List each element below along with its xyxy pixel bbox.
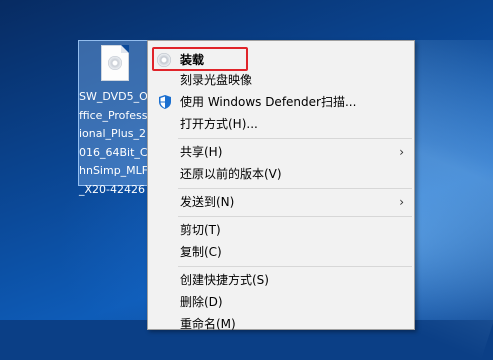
- menu-item-label: 使用 Windows Defender扫描...: [180, 95, 357, 109]
- menu-item-rename[interactable]: 重命名(M): [148, 313, 414, 335]
- disc-icon: [157, 53, 171, 67]
- disc-icon: [108, 56, 122, 70]
- disc-image-file-icon: [101, 45, 129, 81]
- menu-item-restore-previous-versions[interactable]: 还原以前的版本(V): [148, 163, 414, 185]
- submenu-arrow-icon: ›: [399, 195, 404, 209]
- context-menu: 装载 刻录光盘映像 使用 Windows Defender扫描... 打开方式(…: [147, 40, 415, 331]
- menu-item-defender-scan[interactable]: 使用 Windows Defender扫描...: [148, 91, 414, 113]
- menu-item-create-shortcut[interactable]: 创建快捷方式(S): [148, 269, 414, 291]
- menu-item-label: 发送到(N): [180, 195, 235, 209]
- menu-item-share[interactable]: 共享(H) ›: [148, 141, 414, 163]
- menu-item-label: 创建快捷方式(S): [180, 273, 269, 287]
- menu-item-label: 装载: [180, 53, 205, 67]
- menu-item-label: 复制(C): [180, 245, 222, 259]
- menu-item-label: 共享(H): [180, 145, 223, 159]
- menu-item-label: 还原以前的版本(V): [180, 167, 282, 181]
- menu-item-label: 刻录光盘映像: [180, 73, 253, 87]
- menu-separator: [178, 188, 412, 189]
- desktop-file-name: SW_DVD5_Office_Professional_Plus_2016_64…: [79, 90, 149, 196]
- menu-separator: [178, 216, 412, 217]
- menu-separator: [178, 266, 412, 267]
- menu-item-delete[interactable]: 删除(D): [148, 291, 414, 313]
- desktop-file-icon-selected[interactable]: SW_DVD5_Office_Professional_Plus_2016_64…: [78, 40, 148, 196]
- menu-item-mount[interactable]: 装载: [148, 49, 414, 71]
- menu-item-burn-disc-image[interactable]: 刻录光盘映像: [148, 69, 414, 91]
- submenu-arrow-icon: ›: [399, 145, 404, 159]
- menu-item-open-with[interactable]: 打开方式(H)...: [148, 113, 414, 135]
- defender-shield-icon: [159, 95, 171, 109]
- menu-item-cut[interactable]: 剪切(T): [148, 219, 414, 241]
- menu-item-label: 删除(D): [180, 295, 223, 309]
- menu-item-label: 打开方式(H)...: [180, 117, 258, 131]
- menu-item-send-to[interactable]: 发送到(N) ›: [148, 191, 414, 213]
- menu-item-label: 剪切(T): [180, 223, 221, 237]
- menu-separator: [178, 138, 412, 139]
- menu-item-copy[interactable]: 复制(C): [148, 241, 414, 263]
- menu-item-label: 重命名(M): [180, 317, 236, 331]
